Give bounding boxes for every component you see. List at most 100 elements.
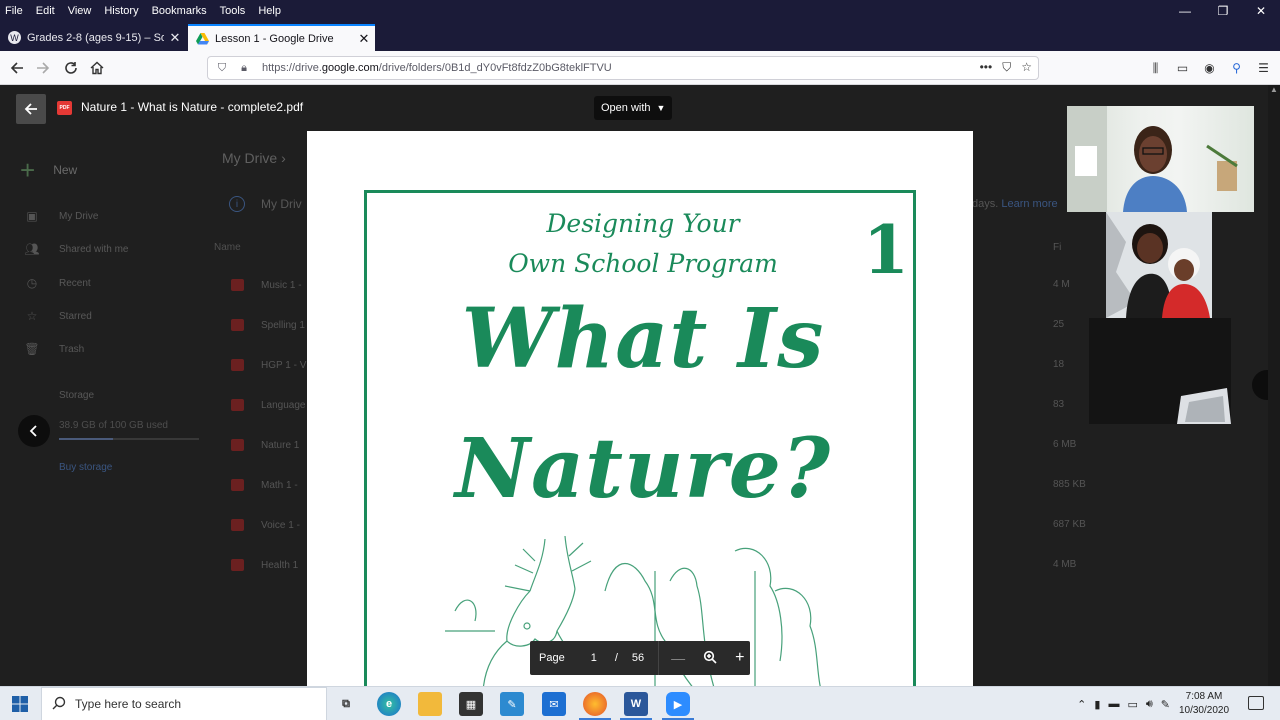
page-scrollbar[interactable]: ▲	[1268, 85, 1280, 686]
bookmark-star-icon[interactable]: ☆	[1021, 60, 1032, 75]
pdf-file-icon	[231, 559, 244, 571]
file-explorer-icon[interactable]	[418, 692, 442, 716]
pen-icon[interactable]: ✎	[1161, 698, 1170, 711]
system-clock[interactable]: 7:08 AM 10/30/2020	[1176, 690, 1232, 718]
zoom-in-button[interactable]: +	[735, 649, 744, 667]
sidebar-icon[interactable]: ▭	[1172, 57, 1193, 79]
extension-icon[interactable]: ⚲	[1226, 57, 1247, 79]
shield-icon[interactable]: ⛉	[214, 62, 230, 75]
battery-icon[interactable]: ▬	[1108, 698, 1119, 710]
account-icon[interactable]: ◉	[1199, 57, 1220, 79]
file-row[interactable]: Math 1 -	[231, 479, 298, 491]
menu-edit[interactable]: Edit	[36, 5, 55, 17]
buy-storage-link[interactable]: Buy storage	[59, 462, 112, 473]
file-size: 6 MB	[1053, 439, 1077, 450]
storage-bar-fill	[59, 438, 114, 440]
app-icon[interactable]: ✎	[500, 692, 524, 716]
sidebar-item-shared[interactable]: 👥︎ Shared with me	[24, 242, 128, 256]
sidebar-item-trash[interactable]: 🗑︎ Trash	[24, 342, 84, 356]
edge-icon[interactable]: e	[377, 692, 401, 716]
sidebar-item-starred[interactable]: ☆ Starred	[24, 309, 92, 323]
pdf-file-icon	[231, 479, 244, 491]
scroll-up-icon[interactable]: ▲	[1268, 85, 1280, 94]
column-header-name[interactable]: Name	[214, 242, 241, 253]
zoom-out-button[interactable]: —	[671, 650, 685, 666]
back-icon[interactable]	[6, 57, 28, 79]
tab-close-icon[interactable]: ✕	[164, 30, 186, 46]
people-icon: 👥︎	[24, 242, 40, 256]
hamburger-menu-icon[interactable]: ☰	[1253, 57, 1274, 79]
file-row[interactable]: HGP 1 - V	[231, 359, 306, 371]
sidebar-item-storage[interactable]: Storage	[24, 390, 94, 401]
close-viewer-button[interactable]	[16, 94, 46, 124]
collapse-sidebar-button[interactable]	[18, 415, 50, 447]
file-row[interactable]: Nature 1	[231, 439, 299, 451]
pdf-file-icon	[231, 439, 244, 451]
lock-icon[interactable]: 🔒︎	[236, 62, 252, 75]
reload-icon[interactable]	[60, 57, 82, 79]
file-size: 4 MB	[1053, 559, 1077, 570]
url-bar[interactable]: ⛉ 🔒︎ https://drive.google.com/drive/fold…	[207, 56, 1039, 80]
clock-time: 7:08 AM	[1185, 691, 1223, 702]
network-icon[interactable]: ▭	[1127, 698, 1137, 711]
forward-icon[interactable]	[32, 57, 54, 79]
participant-3-video	[1089, 318, 1231, 424]
divider	[658, 641, 660, 675]
video-tile-participant-3	[1089, 318, 1231, 424]
minimize-button[interactable]: —	[1166, 0, 1204, 22]
file-row[interactable]: Health 1	[231, 559, 298, 571]
breadcrumb[interactable]: My Drive ›	[222, 150, 286, 166]
menu-file[interactable]: File	[5, 5, 23, 17]
menu-bookmarks[interactable]: Bookmarks	[152, 5, 207, 17]
file-row[interactable]: Music 1 -	[231, 279, 302, 291]
word-icon[interactable]: W	[624, 692, 648, 716]
page-lesson-number: 1	[863, 211, 909, 289]
back-arrow-icon	[24, 103, 37, 115]
home-icon[interactable]	[86, 57, 108, 79]
open-with-button[interactable]: Open with ▼	[594, 96, 673, 120]
pdf-file-icon	[231, 319, 244, 331]
zoom-app-icon[interactable]: ▶	[666, 692, 690, 716]
chevron-up-icon[interactable]: ⌃	[1077, 698, 1086, 711]
windows-logo-icon	[12, 696, 28, 712]
taskbar-search-box[interactable]: Type here to search	[41, 687, 327, 720]
file-row[interactable]: Language	[231, 399, 306, 411]
menu-tools[interactable]: Tools	[220, 5, 246, 17]
column-header-size[interactable]: Fi	[1053, 242, 1061, 253]
menu-history[interactable]: History	[104, 5, 138, 17]
navigation-bar: ⛉ 🔒︎ https://drive.google.com/drive/fold…	[0, 51, 1280, 85]
pdf-icon: PDF	[57, 101, 72, 115]
sidebar-item-my-drive[interactable]: ▣ My Drive	[24, 209, 98, 223]
tab-close-icon[interactable]: ✕	[353, 31, 375, 47]
pocket-icon[interactable]: ⛉	[1002, 60, 1011, 75]
mail-icon[interactable]: ✉	[542, 692, 566, 716]
store-icon[interactable]: ▦	[459, 692, 483, 716]
total-pages: 56	[631, 652, 645, 664]
volume-icon[interactable]: 🔊︎	[1146, 698, 1153, 711]
notification-icon[interactable]	[1248, 696, 1264, 710]
file-row[interactable]: Voice 1 -	[231, 519, 300, 531]
file-size: 83	[1053, 399, 1065, 410]
task-view-icon[interactable]: ⧉	[334, 692, 358, 716]
new-button[interactable]: + New	[20, 157, 77, 183]
tab-google-drive[interactable]: Lesson 1 - Google Drive ✕	[188, 24, 375, 51]
usb-icon[interactable]: ▮	[1094, 698, 1100, 711]
page-actions-icon[interactable]: •••	[980, 60, 993, 75]
zoom-icon[interactable]	[703, 650, 717, 667]
sidebar-item-recent[interactable]: ◷ Recent	[24, 276, 91, 290]
page-subtitle-line2: Own School Program	[508, 249, 778, 278]
firefox-icon[interactable]	[583, 692, 607, 716]
learn-more-link[interactable]: Learn more	[1001, 198, 1057, 210]
start-button[interactable]	[0, 687, 40, 720]
menu-view[interactable]: View	[68, 5, 92, 17]
library-icon[interactable]: ⫼	[1145, 57, 1166, 79]
tab-sonlight[interactable]: W Grades 2-8 (ages 9-15) – SonLi ✕	[0, 24, 186, 51]
page-border: Designing Your Own School Program 1 What…	[364, 190, 916, 686]
current-page-input[interactable]: 1	[591, 652, 597, 664]
menu-help[interactable]: Help	[258, 5, 281, 17]
file-row[interactable]: Spelling 1	[231, 319, 305, 331]
close-window-button[interactable]: ✕	[1242, 0, 1280, 22]
page-controls: Page 1 / 56 — +	[530, 641, 750, 675]
restore-button[interactable]: ❐	[1204, 0, 1242, 22]
star-icon: ☆	[26, 309, 38, 323]
